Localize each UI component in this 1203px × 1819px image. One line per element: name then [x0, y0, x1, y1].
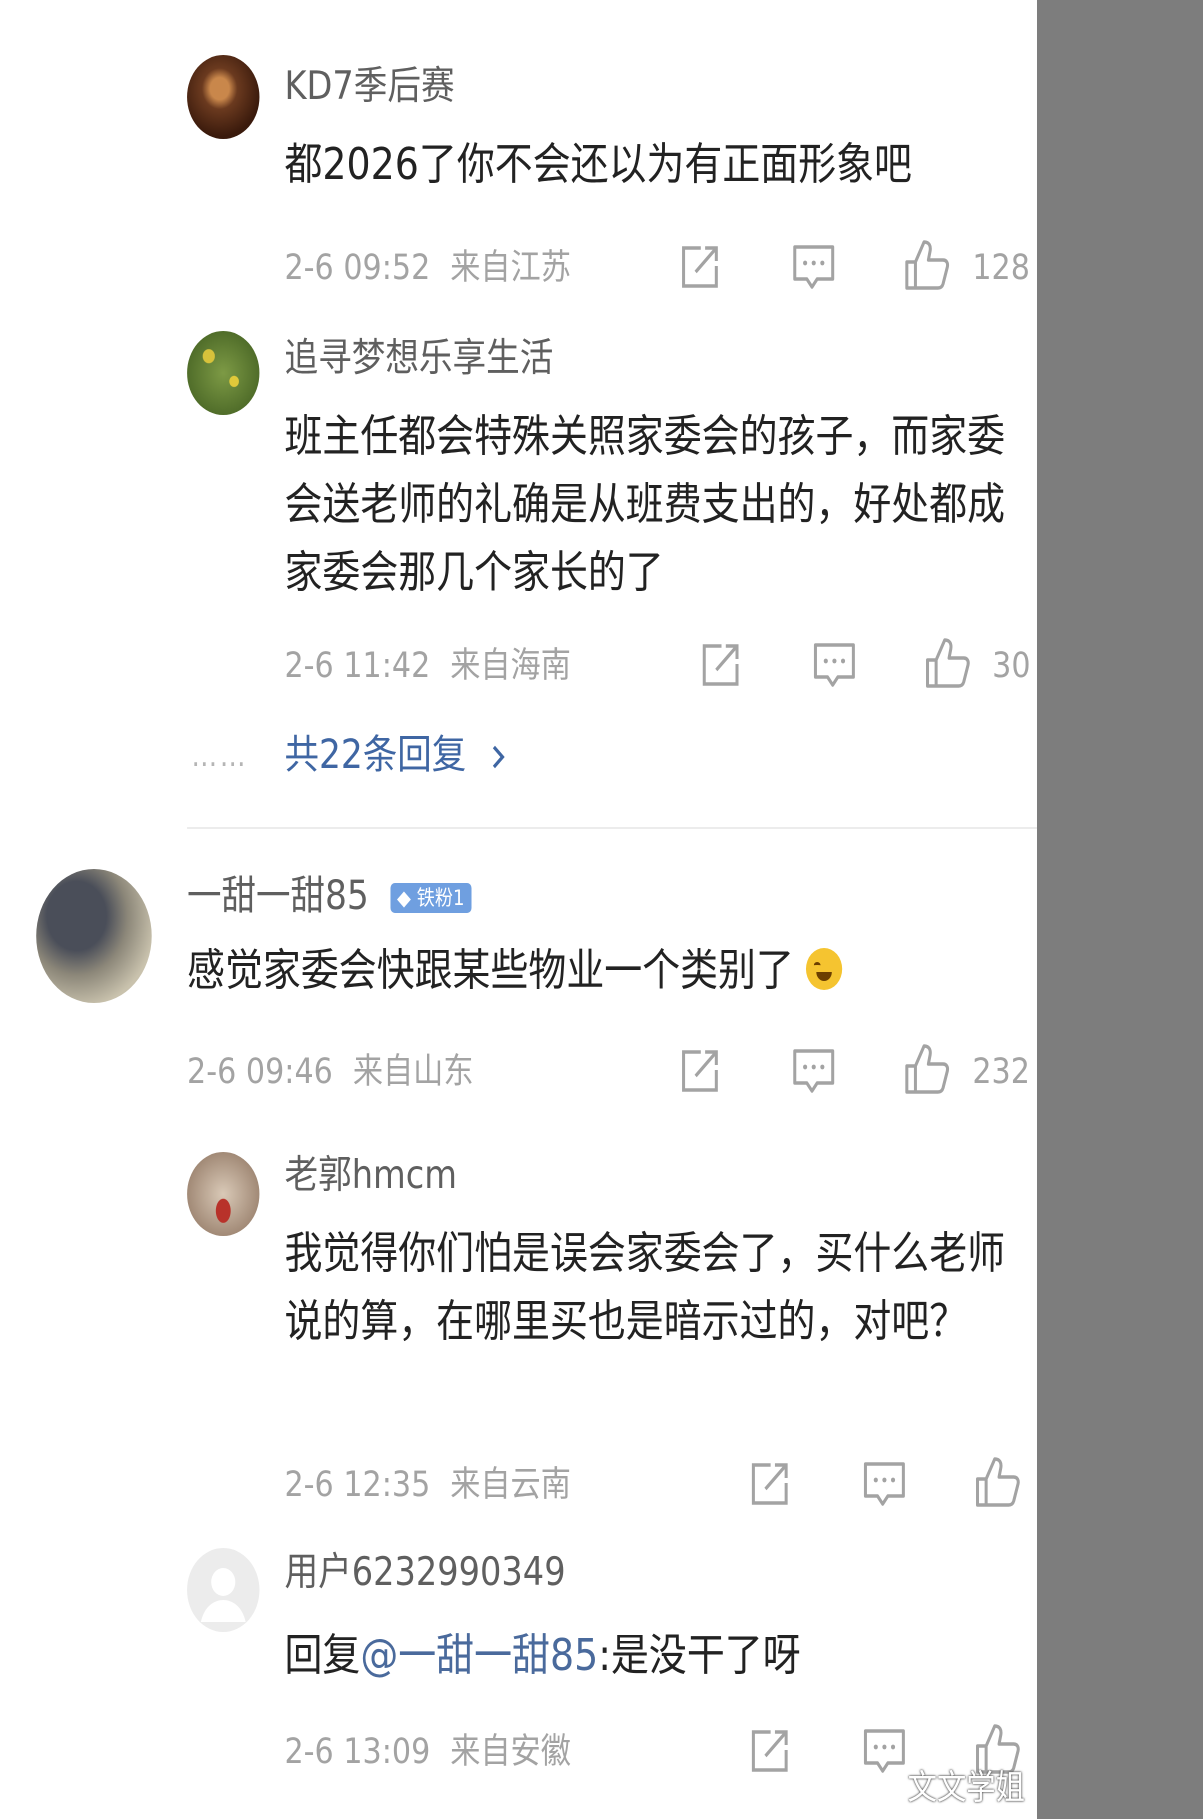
reply-text: 班主任都会特殊关照家委会的孩子，而家委会送老师的礼确是从班费支出的，好处都成家委…: [284, 411, 1006, 598]
share-icon[interactable]: [678, 243, 721, 291]
comment-location: 来自山东: [352, 1052, 474, 1092]
share-icon[interactable]: [678, 1047, 721, 1095]
avatar[interactable]: [187, 1152, 260, 1236]
comment-meta: 2-6 09:46 来自山东: [187, 1052, 473, 1092]
mention-link[interactable]: @一甜一甜85: [360, 1630, 598, 1681]
thumbs-up-icon[interactable]: [974, 1455, 1021, 1509]
avatar[interactable]: [187, 331, 260, 415]
reply-time: 2-6 09:52: [284, 248, 431, 288]
reply-time: 2-6 11:42: [284, 646, 431, 686]
thumbs-up-icon[interactable]: [903, 1042, 950, 1096]
share-icon[interactable]: [699, 641, 742, 689]
comment-time: 2-6 09:46: [187, 1052, 333, 1092]
avatar[interactable]: [187, 55, 260, 139]
reply-text-row: 回复@一甜一甜85:是没干了呀: [284, 1626, 1025, 1686]
reply-location: 来自云南: [450, 1465, 571, 1505]
thumbs-up-icon[interactable]: [924, 636, 971, 690]
reply-text: 我觉得你们怕是误会家委会了，买什么老师说的算，在哪里买也是暗示过的，对吧？: [284, 1228, 1006, 1347]
comment-icon[interactable]: [791, 1047, 836, 1097]
comment-icon[interactable]: [862, 1727, 907, 1777]
reply-meta: 2-6 13:09 来自安徽: [284, 1732, 570, 1772]
avatar[interactable]: [36, 869, 152, 1003]
reply-username[interactable]: 追寻梦想乐享生活: [284, 336, 553, 382]
like-count: 232: [972, 1052, 1030, 1092]
fan-badge: ◆ 铁粉1: [390, 883, 472, 913]
comment-icon[interactable]: [812, 641, 857, 691]
reply-time: 2-6 13:09: [284, 1732, 431, 1772]
comment-username[interactable]: 一甜一甜85: [187, 873, 369, 919]
reply-location: 来自江苏: [450, 248, 571, 288]
reply-meta: 2-6 12:35 来自云南: [284, 1465, 570, 1505]
comment-text: 感觉家委会快跟某些物业一个类别了: [187, 945, 794, 996]
reply-location: 来自安徽: [450, 1732, 571, 1772]
chevron-right-icon: [489, 742, 506, 772]
more-replies-link[interactable]: 共22条回复: [284, 732, 506, 778]
reply-time: 2-6 12:35: [284, 1465, 431, 1505]
more-dots: ……: [191, 739, 249, 774]
reply-text: :是没干了呀: [598, 1630, 801, 1681]
fan-badge-label: 铁粉1: [416, 886, 465, 910]
reply-username[interactable]: 老郭hmcm: [284, 1153, 457, 1199]
reply-username[interactable]: 用户6232990349: [284, 1550, 565, 1596]
comment-username-row: 一甜一甜85 ◆ 铁粉1: [187, 873, 472, 919]
default-avatar-icon[interactable]: [187, 1548, 260, 1632]
divider: [187, 827, 1037, 829]
like-count: 30: [992, 646, 1031, 686]
reply-username[interactable]: KD7季后赛: [284, 64, 454, 110]
more-replies-label: 共22条回复: [284, 732, 467, 778]
comment-text-row: 感觉家委会快跟某些物业一个类别了: [187, 941, 1032, 1001]
comment-icon[interactable]: [862, 1460, 907, 1510]
reply-location: 来自海南: [450, 646, 571, 686]
thumbs-up-icon[interactable]: [903, 238, 950, 292]
comment-screen: KD7季后赛 都2026了你不会还以为有正面形象吧 2-6 09:52 来自江苏…: [0, 0, 1037, 1819]
reply-text: 都2026了你不会还以为有正面形象吧: [284, 139, 912, 190]
like-count: 128: [972, 248, 1030, 288]
comment-icon[interactable]: [791, 243, 836, 293]
laugh-cry-emoji-icon: [805, 948, 843, 990]
reply-meta: 2-6 11:42 来自海南: [284, 646, 570, 686]
watermark: 文文学姐: [907, 1768, 1025, 1808]
share-icon[interactable]: [748, 1460, 791, 1508]
reply-prefix: 回复: [284, 1630, 361, 1681]
page: KD7季后赛 都2026了你不会还以为有正面形象吧 2-6 09:52 来自江苏…: [0, 0, 1203, 1819]
diamond-icon: ◆: [397, 886, 411, 910]
share-icon[interactable]: [748, 1727, 791, 1775]
reply-meta: 2-6 09:52 来自江苏: [284, 248, 570, 288]
